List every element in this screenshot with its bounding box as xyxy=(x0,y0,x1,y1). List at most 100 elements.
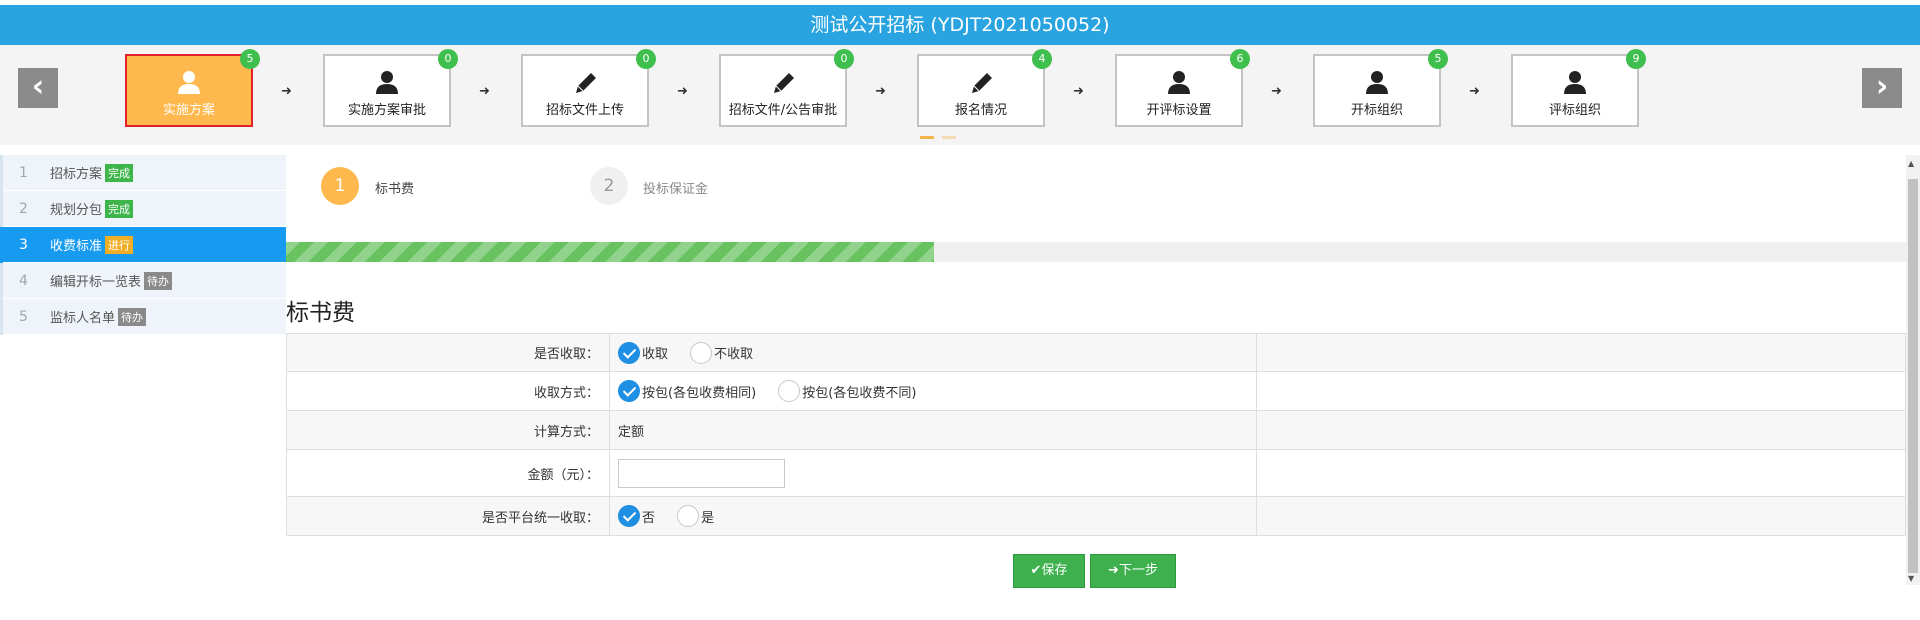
sidebar-item-label: 招标方案 xyxy=(50,167,103,182)
progress-bar xyxy=(286,242,1906,262)
substep-1-label[interactable]: 标书费 xyxy=(375,178,414,197)
step-tender-upload[interactable]: 招标文件上传 0 xyxy=(521,49,656,127)
step-badge: 6 xyxy=(1230,49,1250,69)
sidebar-item-number: 2 xyxy=(0,190,44,227)
method-radio-same[interactable]: 按包(各包收费相同) xyxy=(618,380,756,402)
save-button-label: 保存 xyxy=(1041,563,1068,578)
radio-unchecked-icon xyxy=(677,505,700,527)
sidebar-item-opening-list[interactable]: 4 编辑开标一览表 待办 xyxy=(0,262,286,299)
arrow-right-icon: ➜ xyxy=(1073,84,1084,99)
substep-2-circle[interactable]: 2 xyxy=(590,167,628,205)
step-implementation-plan[interactable]: 实施方案 5 xyxy=(125,49,260,127)
sidebar: 1 招标方案 完成 2 规划分包 完成 3 收费标准 进行 4 编辑开标一览表 … xyxy=(0,154,286,335)
section-title: 标书费 xyxy=(286,300,355,326)
radio-label: 按包(各包收费不同) xyxy=(802,385,917,401)
sidebar-item-label: 规划分包 xyxy=(50,203,103,218)
scroll-down-icon[interactable]: ▼ xyxy=(1908,574,1914,583)
substep-1-circle[interactable]: 1 xyxy=(321,167,359,205)
step-label: 招标文件上传 xyxy=(545,103,624,118)
empty-cell xyxy=(1256,410,1906,450)
fee-form: 是否收取： 收取 不收取 收取方式： 按包(各包收费相同) 按包(各包收费不同)… xyxy=(286,333,1906,536)
pencil-icon xyxy=(774,73,794,93)
collect-radio-no[interactable]: 不收取 xyxy=(690,341,753,364)
platform-label: 是否平台统一收取： xyxy=(286,496,610,536)
platform-field: 否 是 xyxy=(609,496,1257,536)
radio-unchecked-icon xyxy=(690,341,713,364)
arrow-right-icon: ➜ xyxy=(1271,84,1282,99)
scrollbar-thumb[interactable] xyxy=(1908,179,1918,573)
arrow-right-icon: ➜ xyxy=(479,84,490,99)
status-badge: 完成 xyxy=(105,199,134,218)
next-button-label: 下一步 xyxy=(1118,563,1158,578)
platform-radio-no[interactable]: 否 xyxy=(618,505,655,527)
amount-input[interactable] xyxy=(618,458,785,488)
sidebar-item-label: 编辑开标一览表 xyxy=(50,275,142,290)
prev-steps-button[interactable]: ‹ xyxy=(18,68,58,108)
next-steps-button[interactable]: › xyxy=(1862,68,1902,108)
arrow-right-icon: ➜ xyxy=(875,84,886,99)
step-bid-evaluation[interactable]: 评标组织 9 xyxy=(1511,49,1646,127)
step-label: 开标组织 xyxy=(1350,103,1403,118)
arrow-right-icon: ➜ xyxy=(1469,84,1480,99)
user-icon xyxy=(1564,71,1586,94)
step-label: 实施方案 xyxy=(162,103,215,118)
method-radio-different[interactable]: 按包(各包收费不同) xyxy=(778,380,916,402)
step-label: 实施方案审批 xyxy=(347,103,426,118)
status-badge: 待办 xyxy=(144,271,173,290)
chevron-right-icon: › xyxy=(1875,69,1889,104)
chevron-left-icon: ‹ xyxy=(31,69,45,104)
page-title: 测试公开招标 (YDJT2021050052) xyxy=(0,5,1920,45)
step-registration[interactable]: 报名情况 4 xyxy=(917,49,1052,127)
substep-2-label[interactable]: 投标保证金 xyxy=(643,178,708,197)
arrow-right-icon: ➜ xyxy=(677,84,688,99)
amount-field xyxy=(609,449,1257,497)
step-badge: 5 xyxy=(1428,49,1448,69)
save-button[interactable]: ✔保存 xyxy=(1013,554,1085,588)
collect-radio-yes[interactable]: 收取 xyxy=(618,341,669,364)
calc-value: 定额 xyxy=(609,410,1257,450)
step-label: 评标组织 xyxy=(1548,103,1601,118)
step-label: 开评标设置 xyxy=(1146,103,1212,118)
method-field: 按包(各包收费相同) 按包(各包收费不同) xyxy=(609,371,1257,411)
sidebar-item-number: 4 xyxy=(0,262,44,299)
radio-label: 收取 xyxy=(642,347,669,362)
step-badge: 4 xyxy=(1032,49,1052,69)
empty-cell xyxy=(1256,371,1906,411)
collect-field: 收取 不收取 xyxy=(609,333,1257,372)
radio-unchecked-icon xyxy=(778,380,801,402)
platform-radio-yes[interactable]: 是 xyxy=(677,505,714,527)
step-navigation: ‹ 实施方案 5 ➜ 实施方案审批 0 ➜ 招标文件上传 0 ➜ 招标文件/公告… xyxy=(0,45,1920,145)
radio-checked-icon xyxy=(618,380,640,402)
pager-dot[interactable] xyxy=(942,136,956,139)
step-bid-opening[interactable]: 开标组织 5 xyxy=(1313,49,1448,127)
sidebar-item-package-planning[interactable]: 2 规划分包 完成 xyxy=(0,190,286,227)
radio-checked-icon xyxy=(618,341,640,364)
scroll-up-icon[interactable]: ▲ xyxy=(1908,159,1914,168)
empty-cell xyxy=(1256,496,1906,536)
step-opening-evaluation-settings[interactable]: 开评标设置 6 xyxy=(1115,49,1250,127)
step-plan-approval[interactable]: 实施方案审批 0 xyxy=(323,49,458,127)
user-icon xyxy=(376,71,398,94)
sidebar-item-supervisor-list[interactable]: 5 监标人名单 待办 xyxy=(0,298,286,335)
step-badge: 5 xyxy=(240,49,260,69)
sidebar-item-bidding-plan[interactable]: 1 招标方案 完成 xyxy=(0,154,286,191)
arrow-right-icon: ➜ xyxy=(1108,563,1119,578)
radio-label: 是 xyxy=(701,510,715,526)
sidebar-item-fee-standard[interactable]: 3 收费标准 进行 xyxy=(0,226,286,263)
amount-label: 金额（元）： xyxy=(286,449,610,497)
progress-fill xyxy=(286,242,934,262)
pager-dot-active[interactable] xyxy=(920,136,934,139)
next-step-button[interactable]: ➜下一步 xyxy=(1090,554,1176,588)
user-icon xyxy=(178,71,200,94)
collect-label: 是否收取： xyxy=(286,333,610,372)
empty-cell xyxy=(1256,449,1906,497)
step-label: 招标文件/公告审批 xyxy=(728,103,838,118)
radio-label: 否 xyxy=(642,510,656,526)
status-badge: 完成 xyxy=(105,163,134,182)
step-tender-announcement-approval[interactable]: 招标文件/公告审批 0 xyxy=(719,49,854,127)
pencil-icon xyxy=(576,73,596,93)
step-badge: 9 xyxy=(1626,49,1646,69)
vertical-scrollbar[interactable]: ▲ ▼ xyxy=(1906,155,1920,585)
radio-checked-icon xyxy=(618,505,640,527)
sidebar-item-number: 5 xyxy=(0,298,44,335)
